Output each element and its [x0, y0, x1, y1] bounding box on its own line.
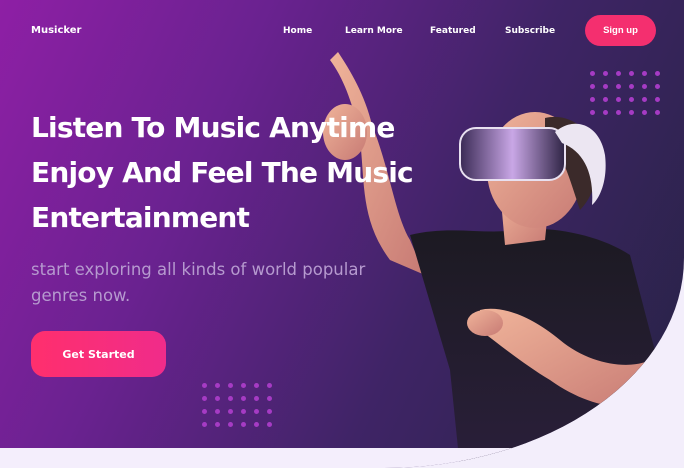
dot	[228, 409, 233, 414]
dot	[241, 422, 246, 427]
dot	[267, 409, 272, 414]
dot	[267, 396, 272, 401]
dot	[616, 71, 621, 76]
dot	[590, 97, 595, 102]
dot	[267, 383, 272, 388]
dot	[228, 422, 233, 427]
dot	[629, 110, 634, 115]
hero-subtext: start exploring all kinds of world popul…	[31, 260, 366, 305]
dot	[655, 110, 660, 115]
dot	[642, 71, 647, 76]
hero-headline: Listen To Music Anytime Enjoy And Feel T…	[31, 105, 421, 240]
dot	[241, 383, 246, 388]
dot	[655, 84, 660, 89]
dot	[616, 84, 621, 89]
dot	[254, 409, 259, 414]
dot	[241, 396, 246, 401]
dot	[603, 71, 608, 76]
brand-logo[interactable]: Musicker	[31, 25, 81, 36]
dot	[616, 97, 621, 102]
dot	[642, 110, 647, 115]
dot	[629, 97, 634, 102]
dot	[215, 396, 220, 401]
dot	[629, 84, 634, 89]
dot	[655, 71, 660, 76]
dot	[254, 422, 259, 427]
dot	[202, 383, 207, 388]
get-started-button[interactable]: Get Started	[31, 331, 166, 377]
dot	[228, 383, 233, 388]
dot	[215, 383, 220, 388]
dot	[629, 71, 634, 76]
hero-section: Musicker Home Learn More Featured Subscr…	[0, 0, 684, 468]
page-bottom-edge	[0, 448, 684, 468]
dot	[254, 396, 259, 401]
nav-learn-more[interactable]: Learn More	[345, 26, 403, 36]
dot	[655, 97, 660, 102]
dot	[202, 396, 207, 401]
dot	[642, 84, 647, 89]
dot	[202, 422, 207, 427]
dot	[603, 97, 608, 102]
headline-line-2: Enjoy And Feel The Music	[31, 156, 414, 189]
dot	[267, 422, 272, 427]
dot	[215, 422, 220, 427]
dot	[590, 84, 595, 89]
dot	[603, 110, 608, 115]
dot	[603, 84, 608, 89]
nav-featured[interactable]: Featured	[430, 26, 476, 36]
dot	[215, 409, 220, 414]
dot	[616, 110, 621, 115]
dot	[590, 110, 595, 115]
headline-line-1: Listen To Music Anytime	[31, 111, 395, 144]
dot	[228, 396, 233, 401]
dot	[642, 97, 647, 102]
nav-subscribe[interactable]: Subscribe	[505, 26, 555, 36]
headline-line-3: Entertainment	[31, 201, 250, 234]
dot	[254, 383, 259, 388]
dot	[590, 71, 595, 76]
nav-home[interactable]: Home	[283, 26, 312, 36]
decorative-dots-top	[590, 71, 668, 115]
decorative-dots-bottom	[202, 383, 280, 427]
dot	[241, 409, 246, 414]
dot	[202, 409, 207, 414]
